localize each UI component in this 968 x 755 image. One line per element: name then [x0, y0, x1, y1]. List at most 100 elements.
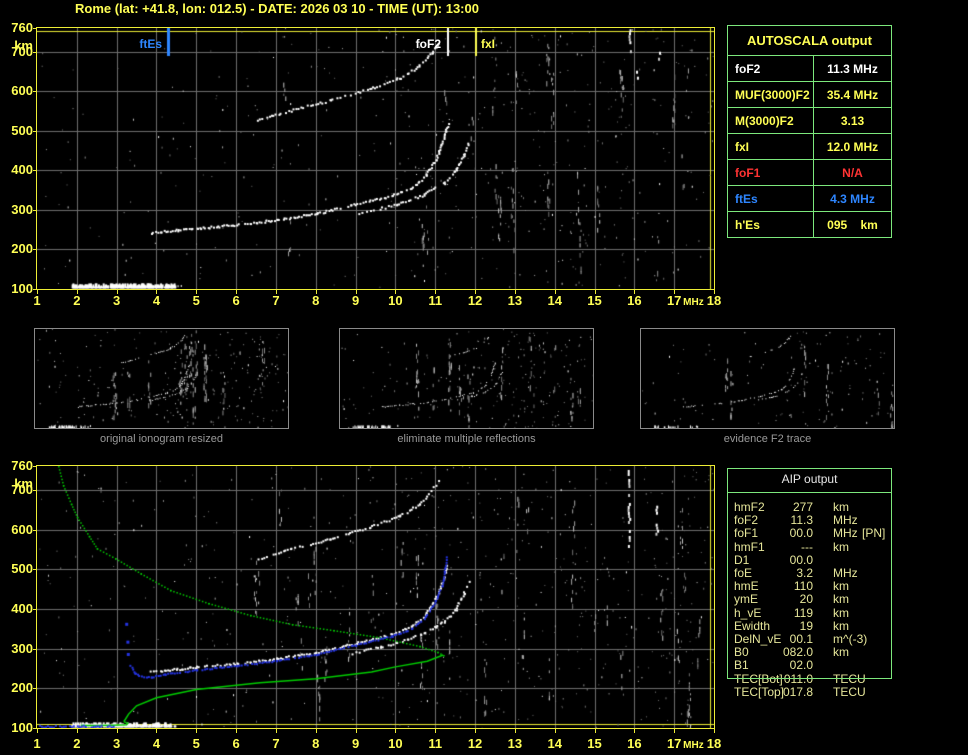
y-axis-tick-label: 600: [11, 521, 33, 537]
x-axis-tick-label: 9: [351, 736, 360, 751]
aip-param-value: 02.0: [789, 658, 813, 673]
marker-label-ftEs: ftEs: [139, 37, 162, 51]
y-axis-tick: [33, 648, 37, 650]
autoscala-row-foF2: foF2 11.3 MHz: [728, 56, 891, 82]
aip-row-hmE: hmE 110 km: [727, 580, 892, 593]
x-axis-tick: [116, 729, 118, 733]
aip-param-unit: MHz: [833, 513, 858, 528]
aip-param-label: hmF1: [734, 539, 765, 554]
x-axis-tick-label: 12: [467, 736, 483, 751]
x-axis-tick: [634, 290, 636, 294]
aip-param-value: 00.0: [789, 552, 813, 567]
y-axis-tick-label: 300: [11, 201, 33, 217]
thumbnail-evidence-f2: [640, 328, 895, 429]
x-axis-tick-label: 15: [587, 293, 602, 308]
autoscala-param-value: N/A: [842, 165, 863, 180]
autoscala-row-hEs: h'Es 095 km: [728, 212, 891, 237]
x-axis-tick: [714, 290, 715, 294]
aip-row-hmF2: hmF2 277 km: [727, 501, 892, 514]
aip-param-unit: m^(-3): [833, 632, 868, 646]
aip-row-foE: foE 3.2 MHz: [727, 567, 892, 580]
y-axis-tick-label: 400: [11, 162, 33, 178]
x-axis-tick: [554, 729, 556, 733]
ionogram-canvas-scaled: [37, 28, 714, 289]
x-axis-tick: [475, 729, 477, 733]
autoscala-row-MUF3000F2: MUF(3000)F2 35.4 MHz: [728, 82, 891, 108]
y-axis-tick-label: 200: [11, 680, 33, 696]
x-axis-tick-label: 14: [547, 736, 562, 751]
aip-param-unit: km: [833, 605, 849, 620]
y-axis-tick: [33, 569, 37, 571]
aip-param-label: Ewidth: [734, 618, 771, 633]
aip-row-Ewidth: Ewidth 19 km: [727, 618, 892, 633]
y-axis-tick: [33, 529, 37, 531]
y-axis-tick: [33, 28, 37, 29]
y-axis-tick-label: 300: [11, 640, 33, 656]
y-axis-tick: [33, 249, 37, 251]
aip-param-value: 20: [799, 592, 813, 607]
aip-param-value: 011.0: [783, 671, 813, 686]
x-axis-tick: [395, 729, 397, 733]
y-axis-tick: [33, 170, 37, 172]
x-axis-tick-label: 6: [232, 736, 240, 751]
x-axis-tick: [594, 729, 596, 733]
aip-param-value: 11.3: [790, 513, 813, 528]
x-axis-tick-label: 10: [388, 293, 403, 308]
aip-param-value: 119: [793, 605, 813, 620]
aip-header-divider: [728, 492, 891, 493]
aip-row-TECTop: TEC[Top] 017.8 TECU: [727, 685, 892, 699]
aip-param-value: 277: [792, 500, 813, 514]
y-axis-tick: [33, 91, 37, 93]
autoscala-table-rows: foF2 11.3 MHz MUF(3000)F2 35.4 MHz M(3000)F2…: [728, 56, 891, 237]
x-axis-tick: [514, 290, 516, 294]
x-axis-tick-label: 8: [312, 293, 320, 308]
aip-row-foF1: foF1 00.0 MHz [PN]: [727, 527, 892, 540]
aip-param-unit: km: [833, 645, 849, 660]
x-axis-tick: [674, 290, 676, 294]
aip-param-label: hmF2: [734, 500, 765, 514]
aip-row-TECBot: TEC[Bot] 011.0 TECU: [727, 671, 892, 686]
y-axis-unit-label: km: [14, 476, 33, 491]
aip-param-unit: km: [833, 618, 849, 633]
x-axis-tick: [275, 290, 277, 294]
y-axis-tick: [33, 209, 37, 211]
autoscala-row-M3000F2: M(3000)F2 3.13: [728, 108, 891, 134]
aip-param-unit: km: [833, 500, 849, 514]
page-title: Rome (lat: +41.8, lon: 012.5) - DATE: 20…: [75, 1, 479, 16]
x-axis-tick-label: 13: [507, 293, 523, 308]
autoscala-param-label: foF2: [728, 56, 814, 81]
y-axis-tick: [33, 130, 37, 132]
x-axis-tick: [395, 290, 397, 294]
autoscala-param-label: fxI: [728, 134, 814, 159]
marker-label-foF2: foF2: [415, 37, 441, 51]
y-axis-tick-label: 400: [11, 600, 33, 616]
aip-param-extra: [PN]: [862, 526, 886, 541]
x-axis-tick: [714, 729, 715, 733]
x-axis-tick: [156, 290, 158, 294]
x-axis-tick-label: 7: [272, 736, 280, 751]
x-axis-tick: [435, 290, 437, 294]
x-axis-tick-label: 9: [351, 293, 360, 308]
aip-row-B1: B1 02.0: [727, 659, 892, 672]
aip-row-hmF1: hmF1 --- km: [727, 539, 892, 554]
x-axis-tick-label: 17: [666, 293, 682, 308]
thumbnail-caption: evidence F2 trace: [723, 433, 812, 445]
x-axis-tick: [475, 290, 477, 294]
autoscala-param-label: foF1: [728, 160, 814, 185]
aip-param-label: foE: [734, 566, 753, 580]
aip-param-label: D1: [734, 552, 750, 567]
aip-param-unit: km: [833, 579, 849, 594]
thumbnail-canvas-evidence: [641, 329, 894, 428]
autoscala-output-table: AUTOSCALA output foF2 11.3 MHz MUF(3000)F2…: [727, 25, 892, 238]
autoscala-param-label: M(3000)F2: [728, 108, 814, 133]
thumbnail-canvas-original: [35, 329, 288, 428]
autoscala-param-value: 11.3 MHz: [827, 61, 878, 76]
autoscala-screen: Rome (lat: +41.8, lon: 012.5) - DATE: 20…: [0, 0, 968, 755]
aip-param-value: ---: [801, 539, 813, 554]
x-axis-tick-label: 2: [73, 736, 81, 751]
aip-param-value: 19: [799, 618, 813, 633]
x-axis-tick: [634, 729, 636, 733]
y-axis-tick-label: 760: [11, 20, 33, 35]
autoscala-row-foF1: foF1 N/A: [728, 160, 891, 186]
aip-row-D1: D1 00.0: [727, 552, 892, 567]
